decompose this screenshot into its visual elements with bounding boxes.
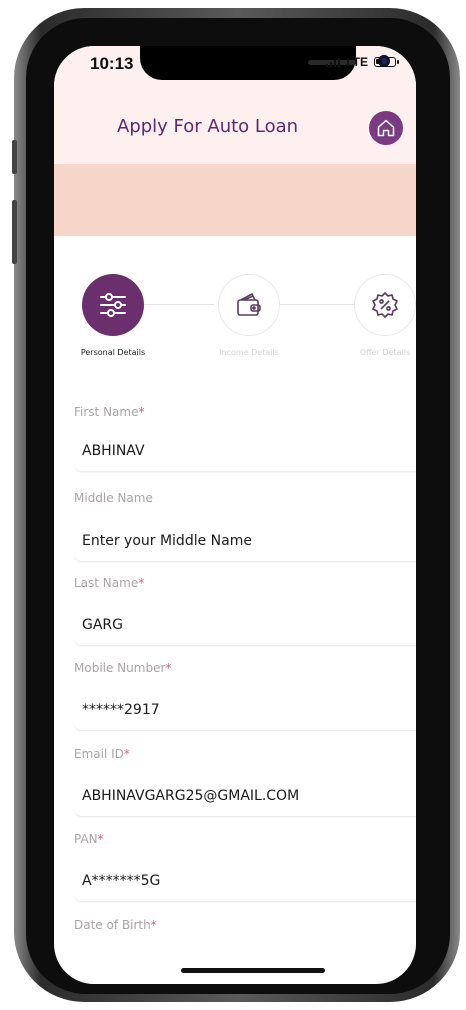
side-button <box>12 200 17 264</box>
home-indicator[interactable] <box>181 968 325 973</box>
step-label-offer-details: Offer Details <box>359 348 411 357</box>
status-indicators: LTE <box>326 55 399 69</box>
mobile-number-input[interactable]: ******2917 <box>74 689 416 731</box>
step-label-personal-details: Personal Details <box>80 348 146 357</box>
step-offer-details[interactable] <box>354 274 416 336</box>
middle-name-label: Middle Name <box>74 491 153 505</box>
signal-icon <box>326 58 341 67</box>
last-name-input[interactable]: GARG <box>74 604 416 646</box>
email-input[interactable]: ABHINAVGARG25@GMAIL.COM <box>74 775 416 817</box>
last-name-label: Last Name* <box>74 576 145 590</box>
percent-badge-icon <box>372 292 398 318</box>
app-screen: 10:13 LTE Apply For Auto Loan Personal D… <box>54 46 416 984</box>
header-banner <box>54 164 416 236</box>
wallet-icon <box>237 293 261 316</box>
home-button[interactable] <box>369 111 403 145</box>
sliders-icon <box>100 293 126 317</box>
side-button <box>12 140 17 174</box>
first-name-label: First Name* <box>74 405 145 419</box>
first-name-input[interactable]: ABHINAV <box>74 430 416 472</box>
step-label-income-details: Income Details <box>219 348 279 357</box>
email-label: Email ID* <box>74 747 130 761</box>
mobile-number-label: Mobile Number* <box>74 661 172 675</box>
battery-icon <box>374 57 399 67</box>
home-icon <box>377 119 395 137</box>
date-of-birth-label: Date of Birth* <box>74 918 157 932</box>
notch <box>140 46 390 80</box>
step-connector <box>144 304 214 305</box>
step-connector <box>280 304 354 305</box>
step-personal-details[interactable] <box>82 274 144 336</box>
status-time: 10:13 <box>90 54 134 73</box>
progress-stepper: Personal Details Income Details Offer De… <box>54 266 416 366</box>
pan-label: PAN* <box>74 832 104 846</box>
step-income-details[interactable] <box>218 274 280 336</box>
network-type: LTE <box>346 55 368 69</box>
pan-input[interactable]: A*******5G <box>74 860 416 902</box>
page-title: Apply For Auto Loan <box>117 116 299 137</box>
middle-name-input[interactable]: Enter your Middle Name <box>74 520 416 562</box>
